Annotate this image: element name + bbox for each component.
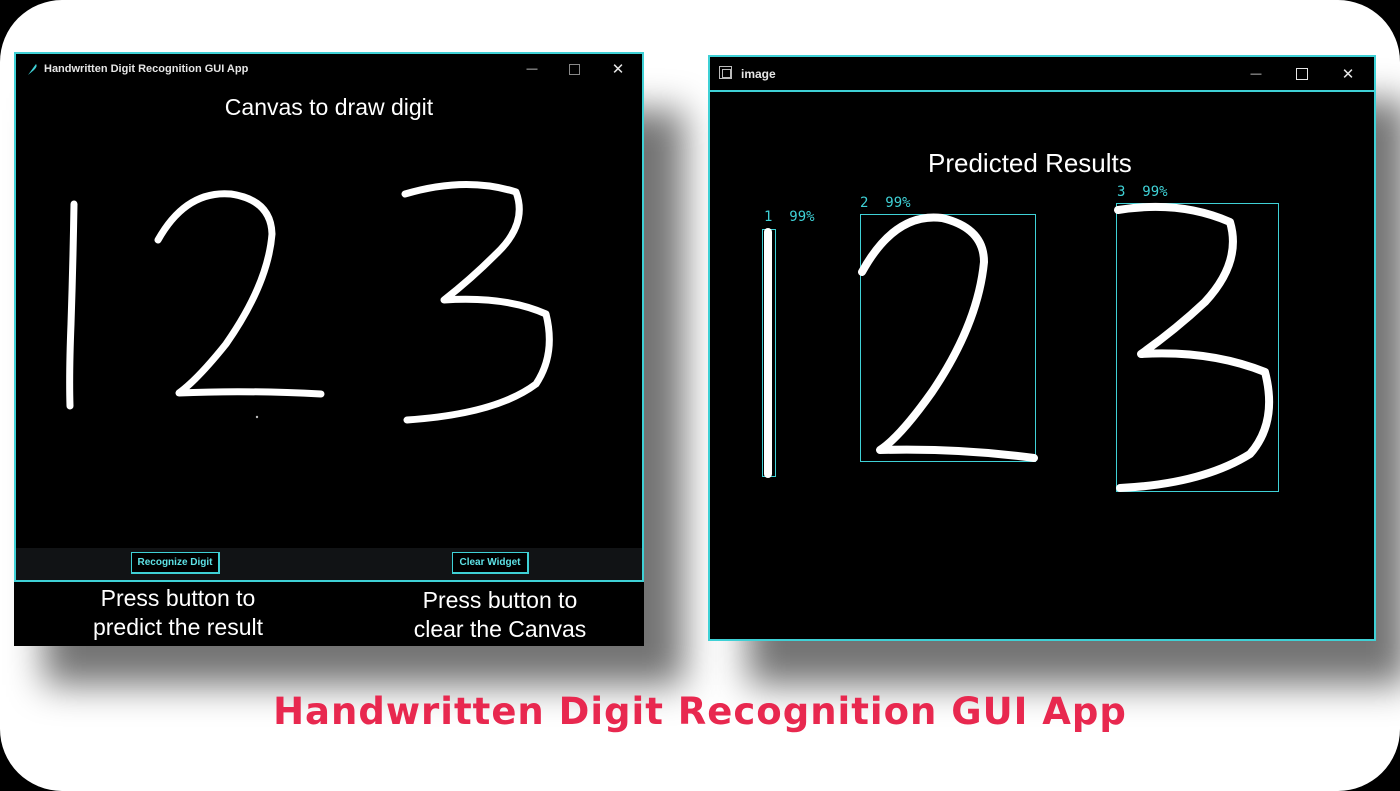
image-maximize-button[interactable] [1280,57,1324,90]
image-window-icon [719,66,732,79]
prediction-image: Predicted Results 1 99% 2 99% 3 99% [710,92,1374,639]
image-window-title: image [741,67,776,81]
image-close-button[interactable]: ✕ [1326,57,1370,90]
recognize-note-line1: Press button to [100,585,256,611]
recognize-note-line2: predict the result [92,614,264,640]
close-button[interactable]: ✕ [596,54,640,84]
detected-digits [764,202,1274,492]
window-title: Handwritten Digit Recognition GUI App [44,63,249,75]
recognize-digit-button[interactable]: Recognize Digit [131,552,220,574]
drawing-window: Handwritten Digit Recognition GUI App — … [14,52,644,582]
minimize-button[interactable]: — [510,54,554,84]
button-bar: Recognize Digit Clear Widget [16,548,642,580]
maximize-icon [568,63,580,75]
maximize-icon [1296,67,1308,80]
handwritten-digits [66,180,553,424]
detected-digit-2 [858,213,1038,462]
drawn-digit-1 [66,200,78,410]
stray-dot [255,415,259,419]
drawn-digit-2 [154,190,325,398]
clear-note: Press button to clear the Canvas [390,586,610,644]
drawing-window-titlebar[interactable]: Handwritten Digit Recognition GUI App — … [16,54,642,84]
recognize-note: Press button to predict the result [68,584,288,642]
image-minimize-button[interactable]: — [1234,57,1278,90]
clear-note-line2: clear the Canvas [413,616,587,642]
maximize-button[interactable] [552,54,596,84]
drawing-canvas[interactable]: Canvas to draw digit [16,84,642,548]
caption-title: Handwritten Digit Recognition GUI App [273,690,1127,733]
image-window: image — ✕ Predicted Results 1 99% 2 99% … [708,55,1376,641]
detected-digit-3 [1114,202,1274,492]
drawn-digit-3 [401,180,553,424]
image-window-titlebar[interactable]: image — ✕ [710,57,1374,90]
button-notes-panel: Press button to predict the result Press… [14,582,644,646]
feather-icon [28,64,37,75]
clear-note-line1: Press button to [422,587,578,613]
clear-widget-button[interactable]: Clear Widget [452,552,529,574]
